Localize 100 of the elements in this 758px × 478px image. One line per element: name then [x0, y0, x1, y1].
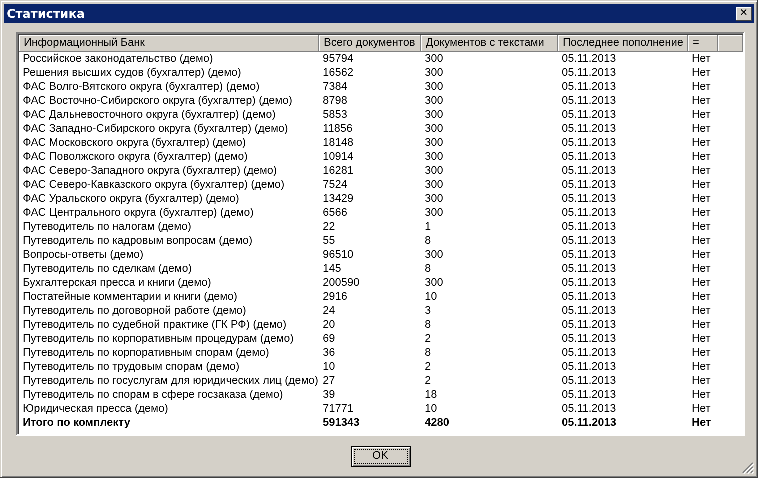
- table-cell-text: ФАС Волго-Вятского округа (бухгалтер) (демо): [22, 80, 261, 94]
- table-cell-text: 11856: [322, 122, 354, 136]
- table-cell-text: Нет: [691, 192, 712, 206]
- table-cell-text: 05.11.2013: [561, 374, 618, 388]
- table-cell-text: Юридическая пресса (демо): [22, 402, 170, 416]
- table-cell-text: ФАС Поволжского округа (бухгалтер) (демо): [22, 150, 249, 164]
- table-cell-text: Путеводитель по госуслугам для юридических лиц (демо): [22, 374, 319, 388]
- table-cell-text: Нет: [691, 262, 712, 276]
- table-cell-text: 10: [424, 290, 438, 304]
- table-cell-text: Нет: [691, 290, 712, 304]
- table-cell-text: ФАС Уральского округа (бухгалтер) (демо): [22, 192, 240, 206]
- table-cell-text: 20: [322, 318, 336, 332]
- table-cell-text: 05.11.2013: [561, 178, 618, 192]
- table-cell-text: 05.11.2013: [561, 318, 618, 332]
- table-cell-text: Нет: [691, 248, 712, 262]
- close-button[interactable]: ✕: [736, 6, 752, 20]
- table-cell-text: 05.11.2013: [561, 304, 618, 318]
- table-cell-text: 8: [424, 318, 432, 332]
- table-cell-text: Путеводитель по спорам в сфере госзаказа (демо): [22, 388, 284, 402]
- table-cell-text: 5853: [322, 108, 348, 122]
- table-cell-text: 8: [424, 262, 432, 276]
- table-cell-text: 05.11.2013: [561, 262, 618, 276]
- table-cell-text: Нет: [691, 304, 712, 318]
- table-cell-text: Нет: [691, 374, 712, 388]
- table-cell-text: 300: [424, 52, 444, 66]
- table-cell-text: Российское законодательство (демо): [22, 52, 214, 66]
- table-cell-text: Путеводитель по корпоративным процедурам (демо): [22, 332, 295, 346]
- table-cell-text: Вопросы-ответы (демо): [22, 248, 145, 262]
- table-cell-text: 05.11.2013: [561, 150, 618, 164]
- table-cell-text: 300: [424, 248, 444, 262]
- table-cell-text: 300: [424, 94, 444, 108]
- table-cell-text: 300: [424, 164, 444, 178]
- table-cell-text: 8: [424, 346, 432, 360]
- table-cell-text: Нет: [691, 108, 712, 122]
- table-cell-text: 05.11.2013: [561, 234, 618, 248]
- table-cell-text: 300: [424, 66, 444, 80]
- table-cell-text: 05.11.2013: [561, 66, 618, 80]
- table-cell-text: 300: [424, 136, 444, 150]
- table-cell-text: 2916: [322, 290, 348, 304]
- total-cell-text: Нет: [691, 416, 712, 430]
- table-cell-text: Нет: [691, 276, 712, 290]
- column-header[interactable]: Всего документов: [319, 35, 421, 52]
- table-cell-text: Нет: [691, 206, 712, 220]
- table-cell-text: Нет: [691, 122, 712, 136]
- table-cell-text: 2: [424, 374, 432, 388]
- table-cell-text: Путеводитель по кадровым вопросам (демо): [22, 234, 254, 248]
- table-cell-text: 05.11.2013: [561, 94, 618, 108]
- table-cell-text: Решения высших судов (бухгалтер) (демо): [22, 66, 242, 80]
- table-cell-text: 05.11.2013: [561, 346, 618, 360]
- table-cell-text: 55: [322, 234, 336, 248]
- resize-grip-icon[interactable]: [742, 462, 754, 474]
- table-cell-text: 2: [424, 360, 432, 374]
- table-cell-text: 05.11.2013: [561, 388, 618, 402]
- column-header[interactable]: Последнее пополнение: [558, 35, 688, 52]
- table-cell-text: 300: [424, 276, 444, 290]
- window-title: Статистика: [7, 6, 85, 20]
- table-cell-text: Путеводитель по корпоративным спорам (демо): [22, 346, 270, 360]
- table-cell-text: Нет: [691, 94, 712, 108]
- table-cell-text: ФАС Восточно-Сибирского округа (бухгалтер) (демо): [22, 94, 294, 108]
- column-header[interactable]: =: [688, 35, 718, 52]
- table-cell-text: 05.11.2013: [561, 290, 618, 304]
- ok-button[interactable]: OK: [350, 446, 410, 467]
- table-cell-text: Нет: [691, 318, 712, 332]
- table-cell-text: 96510: [322, 248, 355, 262]
- table-cell-text: ФАС Северо-Западного округа (бухгалтер) (демо): [22, 164, 278, 178]
- table-cell-text: 71771: [322, 402, 355, 416]
- table-cell-text: Нет: [691, 80, 712, 94]
- table-cell-text: 8798: [322, 94, 348, 108]
- table-cell-text: Путеводитель по налогам (демо): [22, 220, 193, 234]
- table-cell-text: 95794: [322, 52, 355, 66]
- table-cell-text: Нет: [691, 52, 712, 66]
- table-cell-text: 13429: [322, 192, 355, 206]
- table-cell-text: Нет: [691, 346, 712, 360]
- table-cell-text: Нет: [691, 332, 712, 346]
- table-cell-text: Нет: [691, 66, 712, 80]
- table-cell-text: 27: [322, 374, 336, 388]
- table-cell-text: Постатейные комментарии и книги (демо): [22, 290, 238, 304]
- table-cell-text: 2: [424, 332, 432, 346]
- table-cell-text: 05.11.2013: [561, 136, 618, 150]
- table-cell-text: Путеводитель по договорной работе (демо): [22, 304, 248, 318]
- table-cell-text: 300: [424, 80, 444, 94]
- total-cell-text: Итого по комплекту: [22, 416, 132, 430]
- table-cell-text: ФАС Дальневосточного округа (бухгалтер) (демо): [22, 108, 277, 122]
- table-cell-text: ФАС Северо-Кавказского округа (бухгалтер) (демо): [22, 178, 286, 192]
- column-header[interactable]: [718, 35, 743, 52]
- table-cell-text: 8: [424, 234, 432, 248]
- table-cell-text: 300: [424, 178, 444, 192]
- table-cell-text: 05.11.2013: [561, 276, 618, 290]
- column-header[interactable]: Документов с текстами: [421, 35, 558, 52]
- table-cell-text: 3: [424, 304, 432, 318]
- table-cell-text: 10914: [322, 150, 355, 164]
- table-cell-text: Нет: [691, 178, 712, 192]
- table-cell-text: Нет: [691, 220, 712, 234]
- total-cell-text: 4280: [424, 416, 450, 430]
- table-cell-text: 6566: [322, 206, 348, 220]
- total-cell-text: 591343: [322, 416, 361, 430]
- table-cell-text: 36: [322, 346, 336, 360]
- table-cell-text: ФАС Центрального округа (бухгалтер) (демо): [22, 206, 255, 220]
- table-cell-text: 10: [424, 402, 438, 416]
- column-header[interactable]: Информационный Банк: [19, 35, 319, 52]
